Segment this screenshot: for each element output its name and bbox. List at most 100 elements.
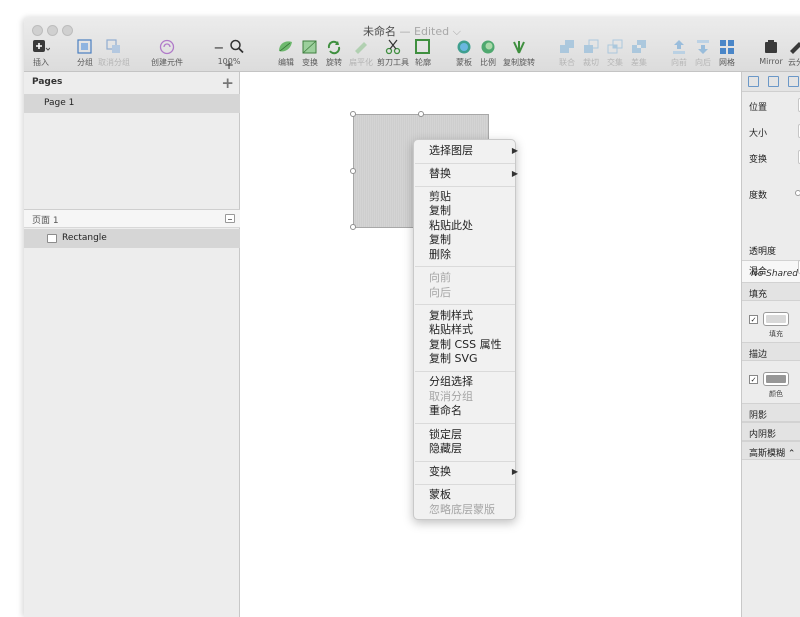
inner-shadows-section-header[interactable]: 内阴影: [742, 422, 800, 441]
group-button[interactable]: 分组: [74, 39, 96, 68]
insert-button[interactable]: 插入: [29, 39, 53, 68]
align-right-icon[interactable]: [788, 76, 799, 87]
zoom-control[interactable]: − + 100%: [207, 39, 251, 72]
borders-section-header[interactable]: 描边: [742, 342, 800, 361]
layers-header-label: 页面 1: [32, 216, 59, 226]
menu-lock-layer[interactable]: 锁定层: [429, 428, 462, 442]
menu-paste-here[interactable]: 粘贴此处: [429, 219, 473, 233]
ungroup-label: 取消分组: [98, 58, 130, 67]
menu-copy-style[interactable]: 复制样式: [429, 309, 473, 323]
menu-rename[interactable]: 重命名: [429, 404, 462, 418]
app-window: 未命名 — Edited ⌵ 插入 分组 取消分组 创建元件 − + 100% …: [24, 17, 800, 617]
intersect-icon: [606, 39, 624, 55]
flatten-button[interactable]: 扁平化: [348, 39, 374, 68]
shadows-section-header[interactable]: 阴影: [742, 403, 800, 422]
subtract-button[interactable]: 裁切: [580, 39, 602, 68]
blur-section-header[interactable]: 高斯模糊 ⌃: [742, 441, 800, 460]
pages-header: Pages +: [24, 72, 240, 94]
backward-button[interactable]: 向后: [692, 39, 714, 68]
add-page-button[interactable]: +: [221, 74, 234, 92]
border-caption: 颜色: [769, 390, 783, 398]
rotation-knob[interactable]: [795, 190, 800, 196]
forward-button[interactable]: 向前: [668, 39, 690, 68]
edited-status[interactable]: — Edited ⌵: [400, 25, 461, 38]
shadows-label: 阴影: [749, 411, 768, 421]
menu-separator: [415, 163, 515, 164]
layer-item-label: Rectangle: [62, 233, 107, 243]
transform-button[interactable]: 变换: [299, 39, 321, 68]
layer-item[interactable]: Rectangle: [24, 229, 240, 248]
edit-button[interactable]: 编辑: [276, 39, 296, 68]
group-label: 分组: [77, 58, 93, 67]
mask-button[interactable]: 蒙板: [453, 39, 475, 68]
menu-ignore-underlying-mask[interactable]: 忽略底层蒙版: [429, 503, 495, 517]
outline-button[interactable]: 轮廓: [412, 39, 434, 68]
menu-separator: [415, 266, 515, 267]
zoom-icon: − +: [207, 39, 251, 72]
fills-section-header[interactable]: 填充: [742, 282, 800, 301]
mirror-label: Mirror: [759, 57, 783, 66]
mask-label: 蒙板: [456, 58, 472, 67]
collapse-layers-icon[interactable]: [225, 214, 235, 223]
difference-button[interactable]: 差集: [628, 39, 650, 68]
fill-color-swatch[interactable]: [763, 312, 789, 326]
menu-mask[interactable]: 蒙板: [429, 488, 451, 502]
cloud-share-button[interactable]: 云分: [786, 39, 800, 68]
menu-transform[interactable]: 变换 ▶: [429, 465, 518, 479]
outline-icon: [414, 39, 432, 55]
zoom-out-button[interactable]: −: [213, 41, 224, 56]
submenu-arrow-icon: ▶: [511, 169, 518, 178]
mirror-button[interactable]: Mirror: [758, 39, 784, 66]
menu-delete[interactable]: 删除: [429, 248, 451, 262]
menu-paste-style[interactable]: 粘贴样式: [429, 323, 473, 337]
backward-label: 向后: [695, 58, 711, 67]
insert-label: 插入: [33, 58, 49, 67]
border-enabled-checkbox[interactable]: ✓: [749, 375, 758, 384]
blur-label: 高斯模糊 ⌃: [749, 449, 796, 459]
ungroup-button[interactable]: 取消分组: [97, 39, 131, 68]
menu-cut[interactable]: 剪贴: [429, 190, 451, 204]
zoom-level: 100%: [217, 57, 241, 66]
resize-handle-bottom-left[interactable]: [350, 224, 356, 230]
rotate-copies-label: 复制旋转: [503, 58, 535, 67]
scissors-icon: [384, 39, 402, 55]
grid-button[interactable]: 网格: [716, 39, 738, 68]
rotation-label: 度数: [749, 191, 768, 201]
menu-select-layer[interactable]: 选择图层 ▶: [429, 144, 518, 158]
fill-enabled-checkbox[interactable]: ✓: [749, 315, 758, 324]
menu-ungroup[interactable]: 取消分组: [429, 390, 473, 404]
scale-button[interactable]: 比例: [477, 39, 499, 68]
menu-group-selection[interactable]: 分组选择: [429, 375, 473, 389]
send-backward-icon: [694, 39, 712, 55]
menu-copy-svg[interactable]: 复制 SVG: [429, 352, 478, 366]
align-center-icon[interactable]: [768, 76, 779, 87]
menu-separator: [415, 371, 515, 372]
create-symbol-button[interactable]: 创建元件: [149, 39, 185, 68]
menu-send-backward[interactable]: 向后: [429, 286, 451, 300]
union-button[interactable]: 联合: [556, 39, 578, 68]
group-icon: [76, 39, 94, 55]
resize-handle-top-left[interactable]: [350, 111, 356, 117]
page-item[interactable]: Page 1: [24, 94, 240, 113]
fills-label: 填充: [749, 290, 768, 300]
menu-hide-layer[interactable]: 隐藏层: [429, 442, 462, 456]
scissors-button[interactable]: 剪刀工具: [376, 39, 410, 68]
submenu-arrow-icon: ▶: [511, 146, 518, 155]
scissors-label: 剪刀工具: [377, 58, 409, 67]
menu-copy[interactable]: 复制: [429, 204, 451, 218]
menu-bring-forward[interactable]: 向前: [429, 271, 451, 285]
rotate-button[interactable]: 旋转: [323, 39, 345, 68]
resize-handle-left[interactable]: [350, 168, 356, 174]
layers-header[interactable]: 页面 1: [24, 209, 240, 228]
intersect-button[interactable]: 交集: [604, 39, 626, 68]
resize-handle-top[interactable]: [418, 111, 424, 117]
menu-duplicate[interactable]: 复制: [429, 233, 451, 247]
size-label: 大小: [749, 129, 768, 139]
menu-replace[interactable]: 替换 ▶: [429, 167, 518, 181]
cloud-icon: [787, 39, 800, 55]
rotate-copies-button[interactable]: 复制旋转: [502, 39, 536, 68]
border-color-swatch[interactable]: [763, 372, 789, 386]
menu-copy-css[interactable]: 复制 CSS 属性: [429, 338, 502, 352]
align-left-icon[interactable]: [748, 76, 759, 87]
page-item-label: Page 1: [44, 98, 75, 108]
